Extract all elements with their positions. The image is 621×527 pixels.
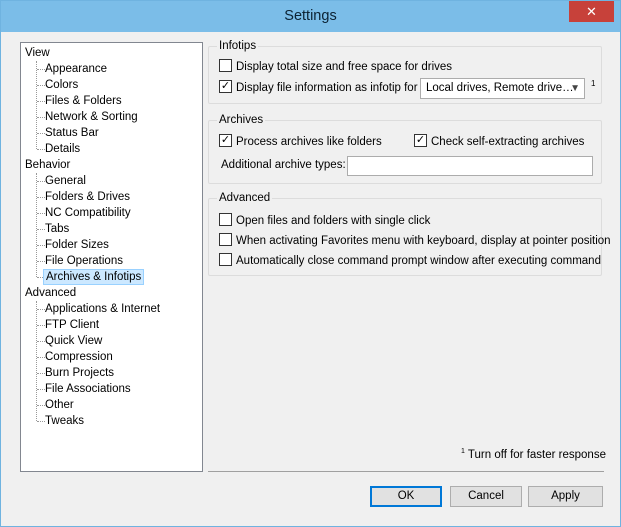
tree-connector bbox=[37, 405, 45, 406]
cancel-button[interactable]: Cancel bbox=[450, 486, 522, 507]
total-size-checkbox[interactable]: Display total size and free space for dr… bbox=[219, 59, 453, 76]
tree-connector bbox=[37, 213, 45, 214]
chevron-down-icon: ▼ bbox=[570, 83, 580, 94]
ok-button[interactable]: OK bbox=[370, 486, 442, 507]
single-click-label: Open files and folders with single click bbox=[236, 215, 431, 227]
window-title: Settings bbox=[284, 8, 337, 24]
tree-connector bbox=[36, 301, 37, 421]
total-size-label: Display total size and free space for dr… bbox=[236, 61, 453, 73]
settings-tree[interactable]: View Appearance Colors Files & Folders Netwo… bbox=[20, 42, 203, 472]
favorites-pointer-label: When activating Favorites menu with keyb… bbox=[236, 235, 611, 247]
tree-connector bbox=[37, 245, 45, 246]
tree-connector bbox=[37, 69, 45, 70]
tree-connector bbox=[37, 357, 45, 358]
tree-connector bbox=[37, 261, 45, 262]
tree-connector bbox=[37, 325, 45, 326]
drives-select-value: Local drives, Remote drive… bbox=[426, 82, 574, 94]
close-prompt-label: Automatically close command prompt windo… bbox=[236, 255, 601, 267]
tree-category-view[interactable]: View bbox=[25, 45, 50, 61]
tree-connector bbox=[37, 421, 45, 422]
tree-category-behavior[interactable]: Behavior bbox=[25, 157, 70, 173]
self-extract-checkbox[interactable]: ✓ Check self-extracting archives bbox=[414, 134, 585, 151]
tree-item-file-associations[interactable]: File Associations bbox=[45, 381, 131, 397]
tree-item-files-folders[interactable]: Files & Folders bbox=[45, 93, 122, 109]
footnote-mark: 1 bbox=[461, 448, 465, 455]
tree-connector bbox=[37, 149, 45, 150]
tree-connector bbox=[37, 133, 45, 134]
dialog-body: View Appearance Colors Files & Folders Netwo… bbox=[8, 32, 613, 520]
file-info-label: Display file information as infotip for bbox=[236, 82, 418, 94]
close-prompt-checkbox[interactable]: Automatically close command prompt windo… bbox=[219, 253, 601, 270]
tree-item-ftp-client[interactable]: FTP Client bbox=[45, 317, 99, 333]
single-click-checkbox[interactable]: Open files and folders with single click bbox=[219, 213, 431, 230]
tree-connector bbox=[37, 389, 45, 390]
tree-connector bbox=[37, 117, 45, 118]
tree-item-general[interactable]: General bbox=[45, 173, 86, 189]
infotip-drives-select[interactable]: Local drives, Remote drive… ▼ bbox=[420, 78, 585, 99]
tree-connector bbox=[37, 373, 45, 374]
tree-category-advanced[interactable]: Advanced bbox=[25, 285, 76, 301]
tree-item-colors[interactable]: Colors bbox=[45, 77, 78, 93]
tree-connector bbox=[37, 181, 45, 182]
checkbox-box[interactable]: ✓ bbox=[219, 134, 232, 148]
tree-connector bbox=[37, 229, 45, 230]
settings-window: Settings ✕ View Appearance Colors Files & F… bbox=[0, 0, 621, 527]
checkbox-box[interactable] bbox=[219, 253, 232, 267]
archives-group: Archives ✓ Process archives like folders … bbox=[208, 112, 602, 184]
tree-item-tweaks[interactable]: Tweaks bbox=[45, 413, 84, 429]
checkbox-box[interactable]: ✓ bbox=[219, 80, 232, 94]
self-extract-label: Check self-extracting archives bbox=[431, 136, 585, 148]
tree-connector bbox=[36, 61, 37, 149]
tree-item-folder-sizes[interactable]: Folder Sizes bbox=[45, 237, 109, 253]
divider bbox=[208, 471, 604, 472]
tree-item-details[interactable]: Details bbox=[45, 141, 80, 157]
archives-title: Archives bbox=[217, 112, 266, 128]
process-archives-label: Process archives like folders bbox=[236, 136, 382, 148]
footnote-text: 1 Turn off for faster response bbox=[461, 448, 606, 461]
tree-connector bbox=[37, 341, 45, 342]
advanced-title: Advanced bbox=[217, 190, 273, 206]
tree-connector bbox=[37, 85, 45, 86]
apply-button[interactable]: Apply bbox=[528, 486, 603, 507]
tree-item-file-operations[interactable]: File Operations bbox=[45, 253, 123, 269]
tree-connector bbox=[37, 101, 45, 102]
checkbox-box[interactable] bbox=[219, 233, 232, 247]
close-button[interactable]: ✕ bbox=[569, 1, 614, 22]
title-bar[interactable]: Settings ✕ bbox=[1, 1, 620, 32]
infotips-title: Infotips bbox=[217, 38, 259, 54]
checkbox-box[interactable] bbox=[219, 59, 232, 73]
tree-item-quick-view[interactable]: Quick View bbox=[45, 333, 102, 349]
additional-types-input[interactable] bbox=[347, 156, 593, 176]
additional-types-label: Additional archive types: bbox=[221, 159, 346, 171]
tree-connector bbox=[37, 197, 45, 198]
tree-item-tabs[interactable]: Tabs bbox=[45, 221, 69, 237]
tree-item-folders-drives[interactable]: Folders & Drives bbox=[45, 189, 130, 205]
checkbox-box[interactable]: ✓ bbox=[414, 134, 427, 148]
footnote-label: Turn off for faster response bbox=[467, 448, 606, 461]
tree-item-compression[interactable]: Compression bbox=[45, 349, 113, 365]
tree-item-status-bar[interactable]: Status Bar bbox=[45, 125, 99, 141]
tree-item-burn-projects[interactable]: Burn Projects bbox=[45, 365, 114, 381]
tree-item-archives-infotips[interactable]: Archives & Infotips bbox=[43, 269, 145, 285]
file-info-checkbox[interactable]: ✓ Display file information as infotip for bbox=[219, 80, 418, 97]
tree-item-applications-internet[interactable]: Applications & Internet bbox=[45, 301, 160, 317]
infotips-group: Infotips Display total size and free spa… bbox=[208, 38, 602, 104]
tree-item-nc-compatibility[interactable]: NC Compatibility bbox=[45, 205, 131, 221]
favorites-pointer-checkbox[interactable]: When activating Favorites menu with keyb… bbox=[219, 233, 611, 250]
footnote-marker: 1 bbox=[591, 79, 596, 88]
tree-item-other[interactable]: Other bbox=[45, 397, 74, 413]
tree-connector bbox=[37, 309, 45, 310]
advanced-group: Advanced Open files and folders with sin… bbox=[208, 190, 611, 276]
tree-item-network-sorting[interactable]: Network & Sorting bbox=[45, 109, 138, 125]
checkbox-box[interactable] bbox=[219, 213, 232, 227]
process-archives-checkbox[interactable]: ✓ Process archives like folders bbox=[219, 134, 382, 151]
tree-item-appearance[interactable]: Appearance bbox=[45, 61, 107, 77]
